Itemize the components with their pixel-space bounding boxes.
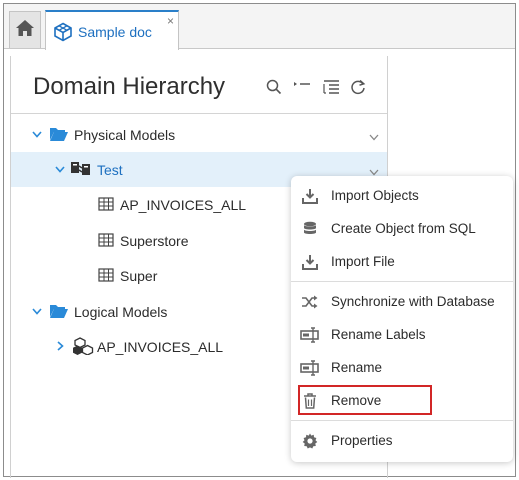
gear-icon [300,432,320,450]
table-icon [95,195,117,213]
search-icon[interactable] [265,78,283,96]
sort-list-icon[interactable] [323,78,341,96]
menu-item-create-object-from-sql[interactable]: Create Object from SQL [291,213,513,245]
download-icon [300,187,320,205]
tree-label: Logical Models [74,304,168,320]
remove-highlight-box [298,385,432,415]
menu-item-label: Import File [331,254,395,269]
rename-icon [300,326,320,344]
menu-item-label: Rename [331,360,383,375]
menu-item-label: Properties [331,433,393,448]
menu-separator [291,420,513,421]
refresh-icon[interactable] [349,78,367,96]
chevron-right-icon[interactable] [54,339,66,353]
menu-separator [291,281,513,282]
tree-label: Super [120,268,158,284]
menu-item-rename[interactable]: Rename [291,352,513,384]
tree-label: Superstore [120,233,189,249]
chevron-down-icon[interactable] [369,128,379,146]
close-tab-icon[interactable]: × [167,15,174,27]
chevron-down-icon[interactable] [31,127,43,141]
tree-label: Physical Models [74,127,176,143]
download-icon [300,253,320,271]
shuffle-icon [300,293,320,311]
menu-item-label: Import Objects [331,188,419,203]
cube-icon [53,22,73,47]
tab-home[interactable] [9,11,41,48]
home-icon [15,19,35,42]
chevron-down-icon[interactable] [31,304,43,318]
menu-item-label: Create Object from SQL [331,221,476,236]
menu-item-import-objects[interactable]: Import Objects [291,180,513,212]
menu-item-label: Synchronize with Database [331,294,495,309]
folder-open-icon [48,302,70,320]
menu-item-properties[interactable]: Properties [291,425,513,457]
database-icon [300,220,320,238]
tab-sample-doc[interactable]: Sample doc × [45,10,179,50]
tree-label: AP_INVOICES_ALL [97,339,224,355]
tree-label: Test [97,162,123,178]
table-icon [95,266,117,284]
menu-item-import-file[interactable]: Import File [291,246,513,278]
tree-node-physical-models[interactable]: Physical Models [11,117,387,152]
menu-item-label: Rename Labels [331,327,426,342]
chevron-down-icon[interactable] [54,162,66,176]
cubes-icon [73,337,95,355]
panel-header: Domain Hierarchy [11,56,387,114]
rename-icon [300,359,320,377]
database-connection-icon [70,160,92,178]
collapse-list-icon[interactable] [293,78,311,96]
context-menu: Import Objects Create Object from SQL Im… [291,176,513,462]
tree-label: AP_INVOICES_ALL [120,197,247,213]
app-window: Sample doc × Domain Hierarchy Physical M… [3,3,516,478]
tab-label: Sample doc [78,24,152,40]
menu-item-rename-labels[interactable]: Rename Labels [291,319,513,351]
folder-open-icon [48,125,70,143]
tab-bar: Sample doc × [4,4,515,50]
panel-title: Domain Hierarchy [33,73,226,100]
table-icon [95,231,117,249]
menu-item-synchronize-with-database[interactable]: Synchronize with Database [291,286,513,318]
